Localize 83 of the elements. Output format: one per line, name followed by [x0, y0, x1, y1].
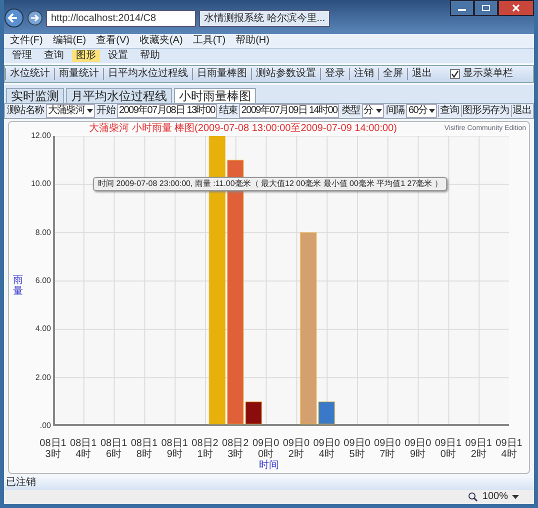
x-tick-label: 09日02时 — [282, 438, 311, 460]
y-tick-label: 6.00 — [35, 275, 51, 287]
menu-item[interactable]: 帮助 — [136, 50, 164, 62]
caret-icon — [86, 109, 93, 113]
bar[interactable] — [318, 401, 336, 424]
x-tick-label: 08日13时 — [38, 438, 68, 460]
interval-label: 间隔 — [385, 105, 406, 117]
toolbar-button[interactable]: 水位统计 — [5, 68, 54, 80]
x-tick-label: 09日00时 — [251, 438, 280, 460]
station-label: 测站名称 — [6, 105, 45, 117]
caret-icon — [376, 109, 382, 113]
back-icon[interactable] — [4, 8, 24, 28]
menu-item[interactable]: 文件(F) — [10, 35, 43, 47]
x-tick-label: 09日05时 — [342, 438, 372, 460]
action-button[interactable]: 退出 — [510, 105, 532, 117]
show-menu-bar-checkbox[interactable]: 显示菜单栏 — [450, 68, 513, 80]
tab[interactable]: 月平均水位过程线 — [66, 88, 172, 103]
browser-tab[interactable]: 水情测报系统 哈尔滨今里... — [199, 10, 330, 26]
zoom-level[interactable]: 100% — [482, 491, 508, 503]
minimize-button[interactable] — [450, 0, 474, 16]
menu-item[interactable]: 工具(T) — [192, 35, 226, 47]
tab[interactable]: 小时雨量棒图 — [174, 88, 256, 103]
forward-icon[interactable] — [27, 10, 43, 26]
menu-item[interactable]: 编辑(E) — [52, 35, 86, 47]
toolbar-button[interactable]: 雨量统计 — [54, 68, 103, 80]
zoom-icon — [468, 492, 478, 502]
x-tick-label: 08日18时 — [130, 438, 159, 460]
close-button[interactable] — [498, 0, 534, 16]
x-tick-label: 09日04时 — [312, 438, 341, 460]
action-button[interactable]: 图形另存为 — [460, 105, 510, 117]
menu-item[interactable]: 管理 — [8, 50, 36, 62]
x-tick-label: 09日09时 — [403, 438, 432, 460]
toolbar-button[interactable]: 日雨量棒图 — [192, 68, 251, 80]
y-tick-label: 10.00 — [30, 178, 51, 190]
caret-icon — [429, 109, 436, 113]
toolbar-button[interactable]: 退出 — [407, 68, 436, 80]
y-tick-label: 2.00 — [35, 372, 51, 384]
toolbar-button[interactable]: 测站参数设置 — [251, 68, 320, 80]
address-field[interactable]: http://localhost:2014/C8 — [46, 10, 196, 26]
tab[interactable]: 实时监测 — [6, 88, 64, 103]
toolbar-button[interactable]: 全屏 — [378, 68, 407, 80]
check-icon — [451, 70, 459, 78]
menu-item[interactable]: 图形 — [72, 50, 100, 62]
x-tick-label: 09日07时 — [373, 438, 402, 460]
y-axis-title: 雨量 — [13, 275, 23, 297]
end-field[interactable]: 2009年07月09日 14时00 — [239, 104, 340, 118]
interval-dropdown[interactable]: 60分 — [406, 104, 438, 118]
maximize-icon — [481, 4, 491, 12]
y-tick-label: 4.00 — [35, 323, 51, 336]
menu-item[interactable]: 设置 — [104, 50, 132, 62]
type-label: 类型 — [340, 105, 361, 117]
y-tick-label: 8.00 — [35, 226, 51, 239]
y-tick-label: 12.00 — [30, 130, 51, 142]
toolbar-button[interactable]: 登录 — [320, 68, 349, 80]
menu-item[interactable]: 收藏夹(A) — [139, 35, 183, 47]
station-dropdown[interactable]: 大蒲柴河 — [46, 104, 95, 118]
bar[interactable] — [245, 401, 262, 424]
menu-item[interactable]: 帮助(H) — [236, 35, 270, 47]
status-text: 已注销 — [6, 477, 36, 488]
menu-item[interactable]: 查看(V) — [96, 35, 130, 47]
toolbar-button[interactable]: 注销 — [349, 68, 378, 80]
start-label: 开始 — [96, 105, 116, 117]
x-tick-label: 08日23时 — [221, 438, 250, 460]
end-label: 结束 — [218, 105, 238, 117]
type-dropdown[interactable]: 分 — [362, 104, 384, 118]
x-tick-label: 08日16时 — [99, 438, 128, 460]
toolbar-button[interactable]: 日平均水位过程线 — [103, 68, 192, 80]
x-tick-label: 09日14时 — [494, 438, 524, 460]
x-tick-label: 08日14时 — [69, 438, 98, 460]
y-tick-label: .00 — [40, 420, 51, 432]
chart-title: 大蒲柴河 小时雨量 棒图(2009-07-08 13:00:00至2009-07-09 14:00:00) — [89, 123, 397, 135]
x-tick-label: 08日21时 — [190, 438, 220, 460]
x-tick-label: 09日12时 — [464, 438, 493, 460]
x-axis-title: 时间 — [259, 460, 279, 471]
x-tick-label: 09日10时 — [434, 438, 463, 460]
close-icon — [511, 4, 521, 12]
caret-icon[interactable] — [512, 494, 520, 500]
action-button[interactable]: 查询 — [438, 105, 460, 117]
start-field[interactable]: 2009年07月08日 13时00 — [117, 104, 217, 118]
maximize-button[interactable] — [474, 0, 498, 16]
x-tick-label: 08日19时 — [160, 438, 189, 460]
tooltip: 时间 2009-07-08 23:00:00, 雨量 :11.00毫米（ 最大值12 00毫米 最小值 00毫米 平均值1 27毫米 ） — [93, 177, 448, 192]
menu-item[interactable]: 查询 — [40, 50, 68, 62]
